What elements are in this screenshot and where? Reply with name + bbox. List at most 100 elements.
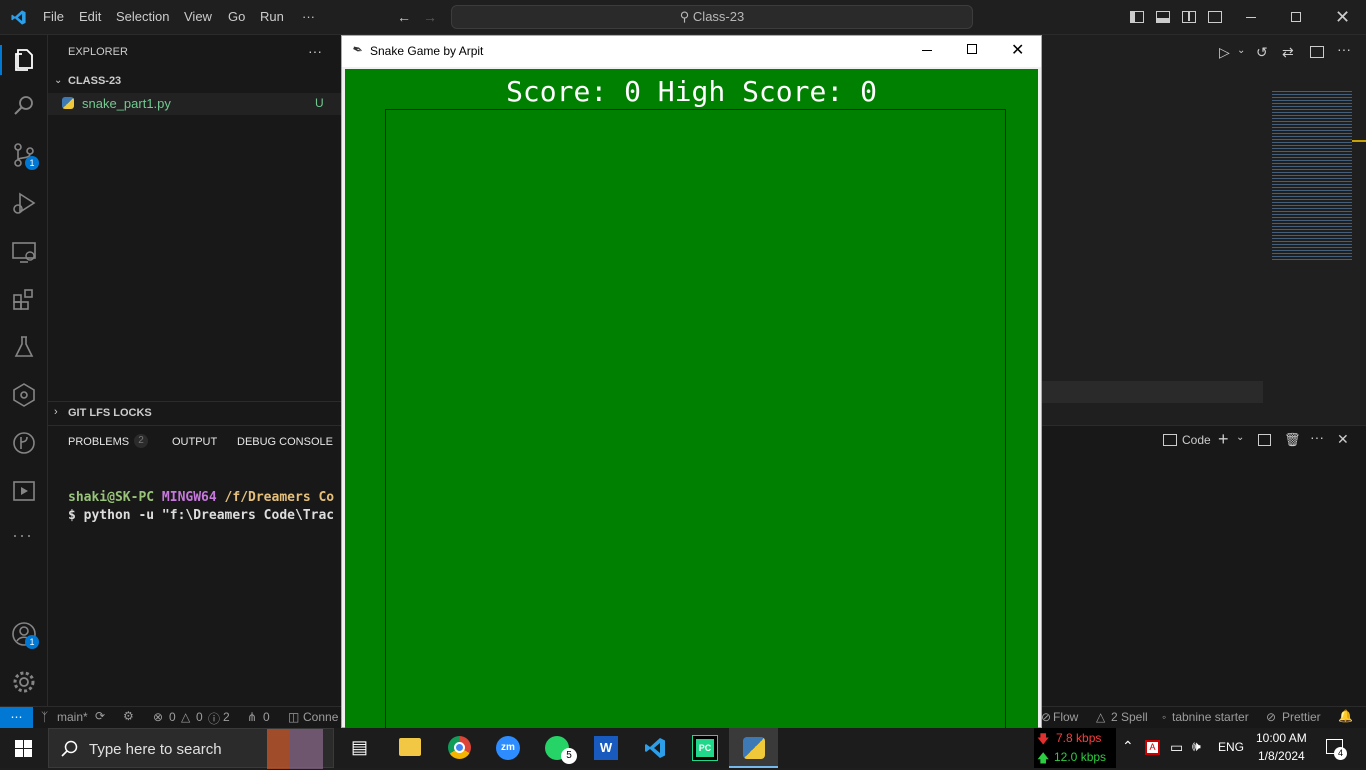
toggle-primary-sidebar-icon[interactable] bbox=[1130, 11, 1144, 23]
flow-icon: ⊘ bbox=[1041, 710, 1052, 724]
menu-more[interactable]: ··· bbox=[302, 9, 315, 24]
net-up-speed: 12.0 kbps bbox=[1054, 750, 1107, 764]
tray-app-icon[interactable]: A bbox=[1145, 740, 1160, 755]
remote-indicator-icon[interactable]: ⋯ bbox=[0, 707, 33, 728]
spell-status[interactable]: 2 Spell bbox=[1111, 710, 1148, 724]
game-canvas[interactable]: Score: 0 High Score: 0 bbox=[345, 69, 1038, 729]
search-icon[interactable] bbox=[10, 92, 38, 120]
clock-time[interactable]: 10:00 AM bbox=[1256, 731, 1307, 745]
settings-gear-icon[interactable] bbox=[10, 668, 38, 696]
search-highlight-image bbox=[267, 729, 323, 769]
close-panel-icon[interactable]: ✕ bbox=[1337, 431, 1349, 448]
tray-expand-icon[interactable]: ⌃ bbox=[1122, 738, 1134, 755]
tabnine-status[interactable]: tabnine starter bbox=[1172, 710, 1249, 724]
file-row[interactable]: snake_part1.py U bbox=[48, 93, 341, 115]
git-lfs-section[interactable]: › GIT LFS LOCKS bbox=[48, 401, 341, 425]
maximize-icon[interactable] bbox=[967, 44, 977, 54]
live-share-icon[interactable]: ⚙ bbox=[123, 709, 134, 723]
toggle-panel-icon[interactable] bbox=[1156, 11, 1170, 23]
tab-debug-console[interactable]: DEBUG CONSOLE bbox=[237, 436, 333, 448]
game-playfield[interactable] bbox=[385, 109, 1006, 729]
taskbar-search-box[interactable]: Type here to search bbox=[48, 728, 334, 769]
error-icon[interactable]: ⊗ bbox=[153, 710, 163, 724]
menu-edit[interactable]: Edit bbox=[79, 9, 101, 24]
tab-problems[interactable]: PROBLEMS bbox=[68, 436, 129, 448]
terminal-dropdown-icon[interactable]: ⌄ bbox=[1236, 432, 1244, 443]
flow-status[interactable]: Flow bbox=[1053, 710, 1078, 724]
warning-icon[interactable]: △ bbox=[181, 710, 190, 724]
file-explorer-icon[interactable] bbox=[399, 738, 421, 756]
prettier-status[interactable]: Prettier bbox=[1282, 710, 1321, 724]
language-indicator[interactable]: ENG bbox=[1218, 740, 1244, 754]
python-app-taskbar-item[interactable] bbox=[729, 728, 778, 768]
run-debug-icon[interactable] bbox=[10, 189, 38, 217]
ports-icon[interactable]: ⋔ bbox=[247, 710, 257, 724]
toggle-secondary-sidebar-icon[interactable] bbox=[1182, 11, 1196, 23]
tab-output[interactable]: OUTPUT bbox=[172, 436, 217, 448]
volume-icon[interactable]: 🕪 bbox=[1192, 738, 1201, 755]
sync-icon[interactable]: ⟳ bbox=[95, 709, 105, 723]
workspace-folder[interactable]: CLASS-23 bbox=[68, 75, 121, 87]
vscode-taskbar-icon[interactable] bbox=[643, 736, 667, 760]
search-icon bbox=[61, 740, 78, 757]
notifications-bell-icon[interactable]: 🔔 bbox=[1338, 709, 1353, 723]
run-python-icon[interactable]: ▷ bbox=[1219, 44, 1230, 61]
explorer-icon[interactable] bbox=[10, 45, 38, 73]
compare-changes-icon[interactable]: ⇄ bbox=[1282, 44, 1294, 61]
run-dropdown-icon[interactable]: ⌄ bbox=[1237, 45, 1245, 56]
upload-arrow-icon: 🡅 bbox=[1037, 751, 1050, 765]
video-play-icon[interactable] bbox=[10, 477, 38, 505]
menu-run[interactable]: Run bbox=[260, 9, 284, 24]
more-views-icon[interactable]: ··· bbox=[12, 525, 33, 546]
panel-more-icon[interactable]: ··· bbox=[1310, 429, 1324, 445]
chevron-down-icon[interactable]: ⌄ bbox=[54, 75, 62, 86]
split-terminal-icon[interactable] bbox=[1258, 434, 1271, 446]
minimize-icon[interactable] bbox=[1246, 17, 1256, 18]
snake-window-titlebar[interactable]: ✒ Snake Game by Arpit ✕ bbox=[342, 36, 1041, 67]
gitlens-icon[interactable] bbox=[10, 381, 38, 409]
snake-game-window[interactable]: ✒ Snake Game by Arpit ✕ Score: 0 High Sc… bbox=[341, 35, 1042, 729]
testing-flask-icon[interactable] bbox=[10, 333, 38, 361]
pycharm-icon[interactable]: PC bbox=[692, 735, 718, 761]
branch-name[interactable]: main* bbox=[57, 710, 88, 724]
word-icon[interactable]: W bbox=[594, 736, 618, 760]
minimize-icon[interactable] bbox=[922, 50, 932, 51]
forward-arrow-icon[interactable]: → bbox=[422, 9, 438, 25]
explorer-more-icon[interactable]: ··· bbox=[308, 43, 322, 59]
new-terminal-plus-icon[interactable]: + bbox=[1218, 429, 1229, 450]
clock-date[interactable]: 1/8/2024 bbox=[1258, 749, 1305, 763]
editor-highlight-line bbox=[1041, 381, 1263, 403]
split-editor-icon[interactable] bbox=[1310, 46, 1324, 58]
git-graph-icon[interactable] bbox=[10, 429, 38, 457]
python-icon bbox=[743, 737, 765, 759]
timeline-history-icon[interactable]: ↺ bbox=[1256, 44, 1268, 61]
customize-layout-icon[interactable] bbox=[1208, 11, 1222, 23]
terminal-name[interactable]: Code bbox=[1182, 433, 1211, 447]
minimap[interactable] bbox=[1272, 91, 1352, 261]
database-icon[interactable]: ◫ bbox=[288, 710, 299, 724]
task-view-icon[interactable]: ▤ bbox=[351, 737, 368, 758]
remote-explorer-icon[interactable] bbox=[10, 238, 38, 266]
menu-view[interactable]: View bbox=[184, 9, 212, 24]
branch-icon[interactable]: ᛉ bbox=[41, 710, 48, 724]
restore-icon[interactable] bbox=[1291, 12, 1301, 22]
network-icon[interactable]: ▭ bbox=[1170, 739, 1183, 756]
menu-go[interactable]: Go bbox=[228, 9, 245, 24]
extensions-icon[interactable] bbox=[10, 286, 38, 314]
info-icon[interactable]: ⓘ bbox=[208, 710, 220, 727]
windows-start-icon[interactable] bbox=[15, 740, 32, 757]
close-icon[interactable]: ✕ bbox=[1011, 40, 1024, 60]
zoom-icon[interactable]: zm bbox=[496, 736, 520, 760]
close-icon[interactable]: ✕ bbox=[1335, 7, 1350, 28]
editor-more-icon[interactable]: ··· bbox=[1337, 41, 1351, 57]
whatsapp-badge: 5 bbox=[561, 748, 577, 764]
command-center[interactable]: ⚲ Class-23 bbox=[451, 5, 973, 29]
menu-selection[interactable]: Selection bbox=[116, 9, 169, 24]
chrome-icon[interactable] bbox=[448, 736, 471, 759]
trash-icon[interactable]: 🗑 bbox=[1284, 432, 1301, 448]
connect-label[interactable]: Conne bbox=[303, 710, 338, 724]
net-down-speed: 7.8 kbps bbox=[1056, 731, 1102, 745]
back-arrow-icon[interactable]: ← bbox=[396, 9, 412, 25]
menu-file[interactable]: File bbox=[43, 9, 64, 24]
minimap-marker bbox=[1352, 140, 1366, 142]
